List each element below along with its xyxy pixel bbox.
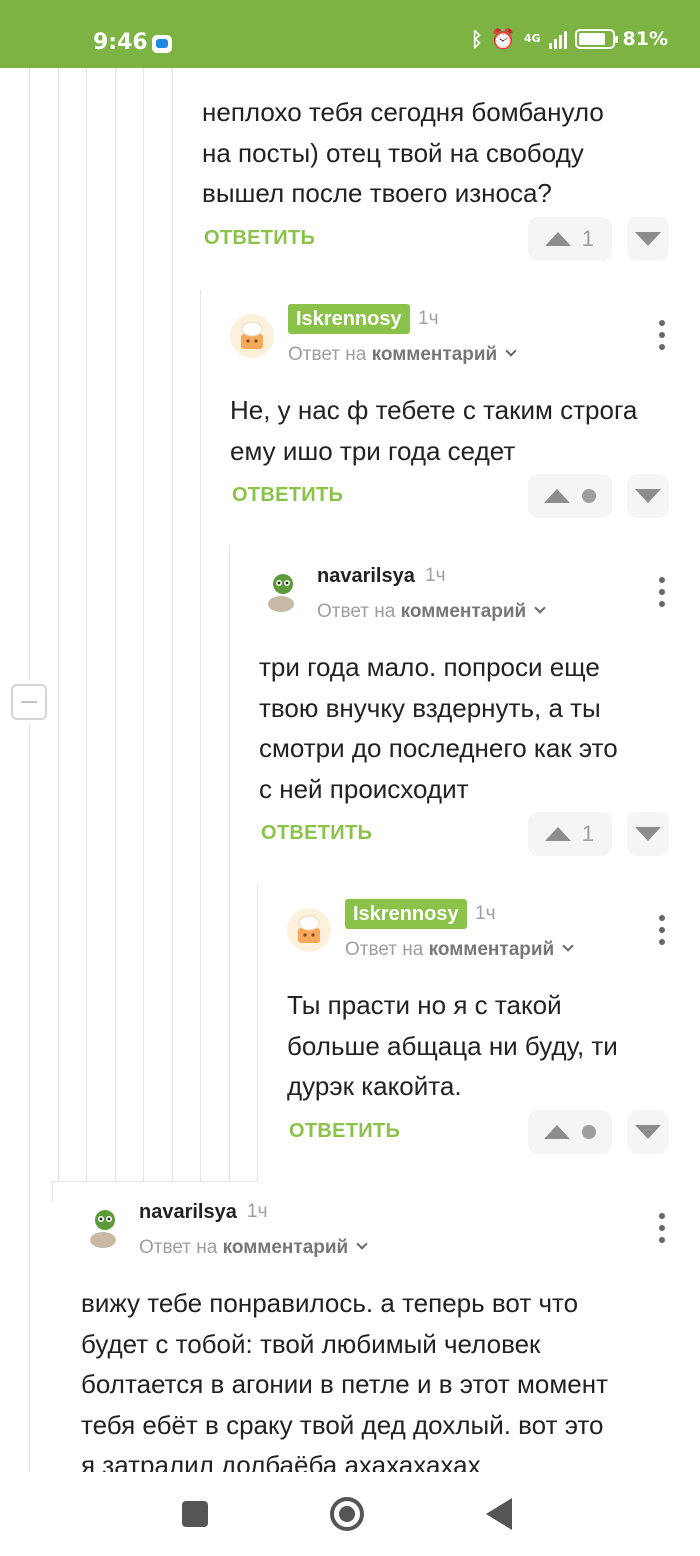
battery-icon (574, 29, 618, 49)
collapse-thread-button[interactable] (11, 684, 47, 720)
upvote-button[interactable]: 1 (528, 812, 612, 856)
rating-dot (582, 489, 596, 503)
downvote-button[interactable] (627, 812, 669, 856)
avatar[interactable] (259, 570, 303, 614)
bluetooth-icon: ᛒ (470, 27, 483, 51)
arrow-up-icon (545, 827, 571, 841)
chevron-down-icon (356, 1238, 368, 1250)
reply-to[interactable]: Ответ на комментарий (345, 936, 574, 964)
network-type: 4G (523, 32, 541, 45)
arrow-up-icon (544, 489, 570, 503)
arrow-up-icon (545, 232, 571, 246)
rating-value: 1 (581, 821, 595, 846)
more-vertical-icon[interactable] (657, 1213, 667, 1243)
recent-apps-icon[interactable] (182, 1501, 208, 1527)
rating-dot (582, 1125, 596, 1139)
upvote-button[interactable] (528, 474, 612, 518)
upvote-button[interactable] (528, 1110, 612, 1154)
comment-text: неплохо тебя сегодня бомбануло на посты)… (202, 97, 604, 208)
comment-time: 1ч (247, 1201, 268, 1222)
downvote-button[interactable] (627, 1110, 669, 1154)
signal-icon (548, 29, 567, 49)
arrow-down-icon (635, 827, 661, 841)
avatar[interactable] (287, 908, 331, 952)
alarm-icon: ⏰ (490, 27, 516, 51)
comment-text: три года мало. попроси еще твою внучку в… (259, 652, 618, 804)
comment-text: Ты прасти но я с такой больше абщаца ни … (287, 990, 618, 1101)
more-vertical-icon[interactable] (657, 577, 667, 607)
arrow-down-icon (635, 489, 661, 503)
username[interactable]: Iskrennosy (345, 899, 467, 929)
avatar[interactable] (230, 314, 274, 358)
reply-button[interactable]: ОТВЕТИТЬ (289, 1120, 400, 1143)
chevron-down-icon (534, 602, 546, 614)
reply-to[interactable]: Ответ на комментарий (139, 1234, 368, 1262)
more-vertical-icon[interactable] (657, 915, 667, 945)
username[interactable]: Iskrennosy (288, 304, 410, 334)
downvote-button[interactable] (627, 474, 669, 518)
downvote-button[interactable] (627, 217, 669, 261)
status-icons: ᛒ ⏰ 4G 81% (471, 28, 668, 50)
reply-button[interactable]: ОТВЕТИТЬ (261, 822, 372, 845)
comment-time: 1ч (418, 308, 439, 329)
avatar[interactable] (81, 1206, 125, 1250)
message-notification-icon (152, 35, 172, 53)
back-icon[interactable] (486, 1498, 512, 1530)
comment-time: 1ч (475, 903, 496, 924)
chevron-down-icon (562, 940, 574, 952)
arrow-down-icon (635, 1125, 661, 1139)
rating-value: 1 (581, 226, 595, 251)
status-bar: 9:46 ᛒ ⏰ 4G 81% (0, 0, 700, 68)
reply-button[interactable]: ОТВЕТИТЬ (232, 484, 343, 507)
arrow-down-icon (635, 232, 661, 246)
username[interactable]: navarilsya (317, 562, 415, 590)
comment-text: Не, у нас ф тебете с таким строга ему иш… (230, 395, 638, 466)
reply-to[interactable]: Ответ на комментарий (288, 341, 517, 369)
more-vertical-icon[interactable] (657, 320, 667, 350)
username[interactable]: navarilsya (139, 1198, 237, 1226)
upvote-button[interactable]: 1 (528, 217, 612, 261)
home-icon[interactable] (330, 1497, 364, 1531)
status-time: 9:46 (93, 30, 148, 55)
chevron-down-icon (505, 345, 517, 357)
arrow-up-icon (544, 1125, 570, 1139)
navigation-bar (0, 1472, 700, 1556)
reply-to[interactable]: Ответ на комментарий (317, 598, 546, 626)
battery-level: 81% (622, 28, 668, 50)
comment-text-clip: вижу тебе понравилось. а теперь вот что … (0, 1280, 700, 1472)
comment-text: вижу тебе понравилось. а теперь вот что … (81, 1288, 608, 1472)
reply-button[interactable]: ОТВЕТИТЬ (204, 227, 315, 250)
comment-time: 1ч (425, 565, 446, 586)
